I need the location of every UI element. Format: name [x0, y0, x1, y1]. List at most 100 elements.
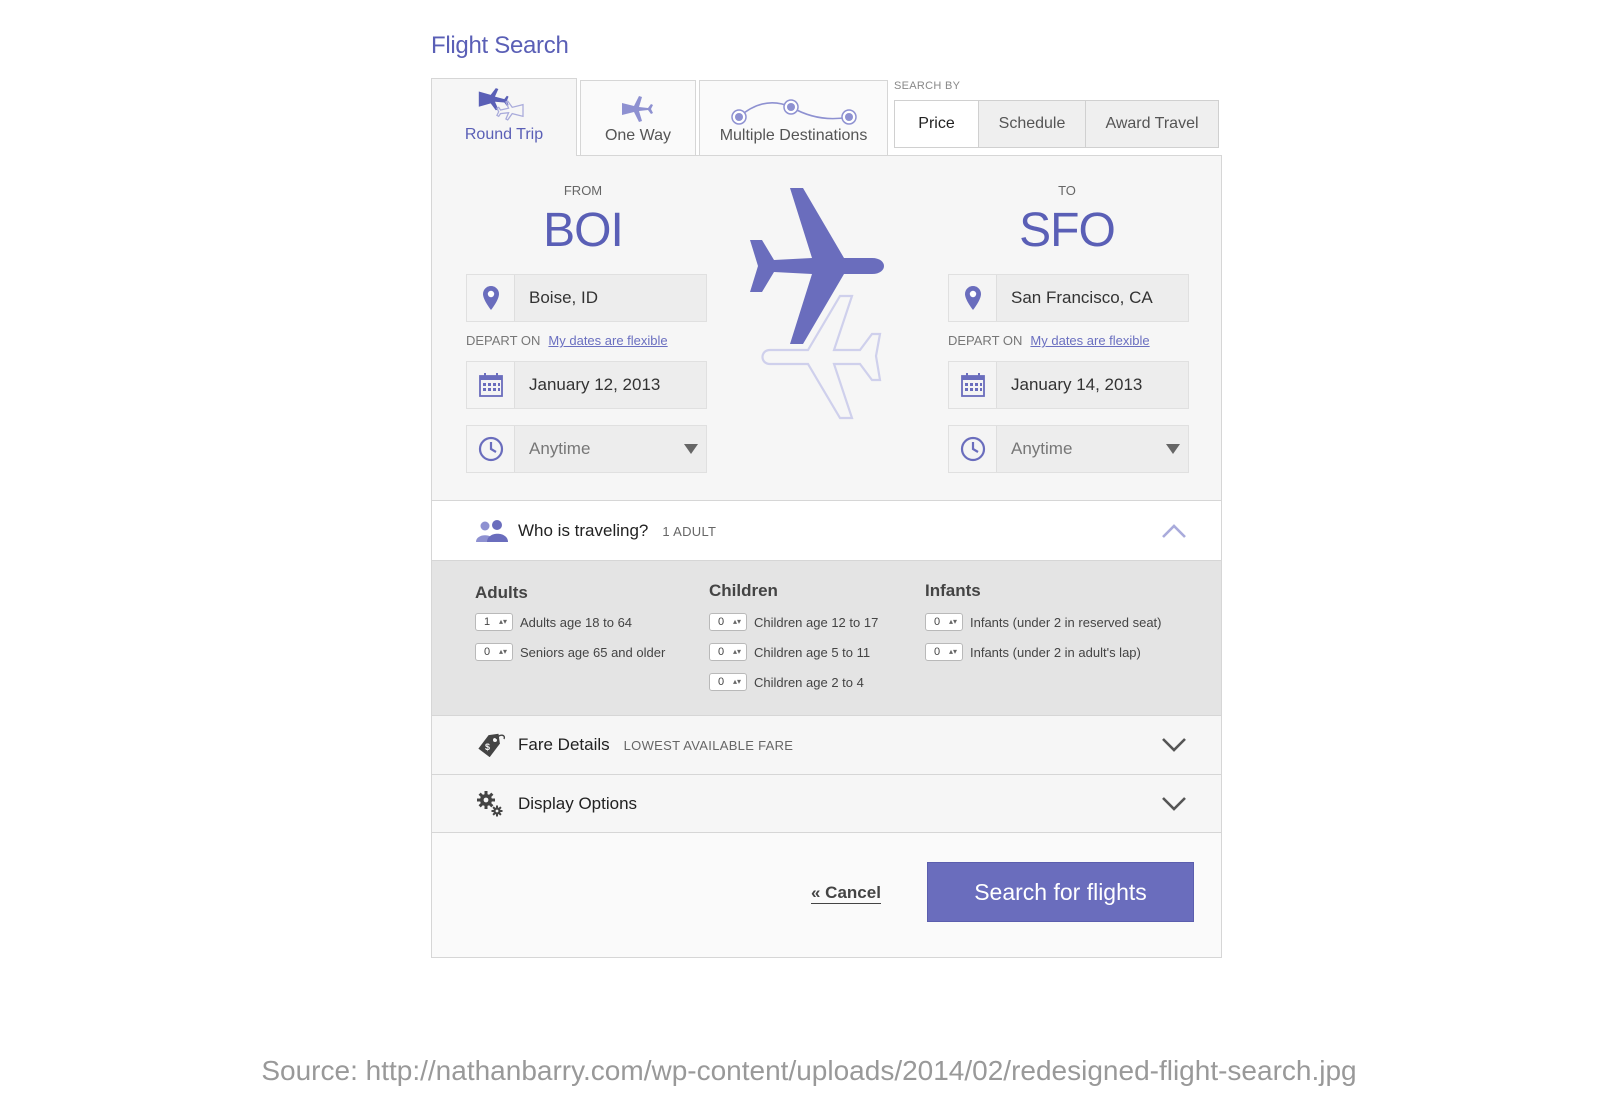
svg-text:$: $ — [485, 742, 490, 752]
adults-heading: Adults — [475, 583, 528, 602]
stepper-arrows-icon: ▴▾ — [498, 647, 507, 656]
depart-on-label: DEPART ON — [466, 333, 541, 348]
from-date-field[interactable]: January 12, 2013 — [466, 361, 707, 409]
depart-on-label: DEPART ON — [948, 333, 1023, 348]
round-trip-icon — [478, 88, 524, 121]
fare-details-section-header[interactable]: $ Fare Details LOWEST AVAILABLE FARE — [432, 715, 1221, 774]
infants-heading: Infants — [925, 581, 981, 600]
to-flexible-dates-link[interactable]: My dates are flexible — [1030, 333, 1149, 348]
travelers-summary: 1 ADULT — [662, 523, 717, 539]
traveler-row: 0 ▴▾ Infants (under 2 in reserved seat) — [925, 613, 1162, 631]
chevron-down-icon[interactable] — [1161, 737, 1187, 753]
traveler-row-label: Children age 2 to 4 — [754, 674, 864, 690]
cancel-link[interactable]: « Cancel — [811, 883, 881, 904]
stepper-arrows-icon: ▴▾ — [732, 677, 741, 686]
search-flights-button[interactable]: Search for flights — [927, 862, 1194, 922]
to-time-select[interactable]: Anytime — [948, 425, 1189, 473]
tab-round-trip[interactable]: Round Trip — [431, 78, 577, 156]
stepper-arrows-icon: ▴▾ — [948, 617, 957, 626]
traveler-row: 0 ▴▾ Children age 5 to 11 — [709, 643, 870, 661]
traveler-row-label: Infants (under 2 in reserved seat) — [970, 614, 1162, 630]
location-pin-icon — [467, 275, 515, 321]
children-5-11-stepper[interactable]: 0 ▴▾ — [709, 643, 747, 661]
location-pin-icon — [949, 275, 997, 321]
dropdown-caret-icon — [676, 426, 706, 472]
traveler-row: 0 ▴▾ Children age 2 to 4 — [709, 673, 864, 691]
stepper-value: 0 — [718, 646, 725, 658]
search-panel: FROM BOI Boise, ID DEPART ON My dates are… — [431, 155, 1222, 958]
from-city-value: Boise, ID — [529, 288, 598, 307]
stepper-arrows-icon: ▴▾ — [732, 617, 741, 626]
display-options-title: Display Options — [518, 793, 638, 813]
fare-details-title-wrap: Fare Details LOWEST AVAILABLE FARE — [518, 735, 793, 755]
tab-label: Round Trip — [464, 126, 544, 143]
travelers-title-wrap: Who is traveling? 1 ADULT — [518, 521, 716, 541]
stepper-value: 0 — [484, 646, 491, 658]
traveler-row-label: Infants (under 2 in adult's lap) — [970, 644, 1141, 660]
infants-lap-stepper[interactable]: 0 ▴▾ — [925, 643, 963, 661]
search-by-label: SEARCH BY — [894, 80, 961, 92]
to-airport-code: SFO — [1019, 204, 1116, 257]
from-date-value: January 12, 2013 — [529, 375, 661, 394]
to-time-value: Anytime — [1011, 439, 1073, 458]
tab-multiple-destinations[interactable]: Multiple Destinations — [699, 80, 888, 155]
travelers-detail-panel: Adults 1 ▴▾ Adults age 18 to 64 0 ▴▾ Senio… — [432, 560, 1221, 715]
stepper-value: 0 — [718, 676, 725, 688]
search-by-schedule[interactable]: Schedule — [978, 100, 1086, 148]
from-label: FROM — [563, 183, 603, 198]
to-city-value: San Francisco, CA — [1011, 288, 1153, 307]
traveler-row: 0 ▴▾ Seniors age 65 and older — [475, 643, 665, 661]
tab-label: Multiple Destinations — [719, 127, 868, 144]
to-date-field[interactable]: January 14, 2013 — [948, 361, 1189, 409]
children-2-4-stepper[interactable]: 0 ▴▾ — [709, 673, 747, 691]
children-heading: Children — [709, 581, 778, 600]
stepper-arrows-icon: ▴▾ — [498, 617, 507, 626]
to-date-value: January 14, 2013 — [1011, 375, 1143, 394]
form-footer: « Cancel Search for flights — [432, 832, 1221, 957]
clock-icon — [467, 426, 515, 472]
traveler-row-label: Children age 5 to 11 — [754, 644, 871, 660]
stepper-value: 0 — [934, 616, 941, 628]
tab-label: One Way — [604, 127, 672, 144]
traveler-row-label: Adults age 18 to 64 — [520, 614, 633, 630]
stepper-value: 0 — [934, 646, 941, 658]
airplane-illustration — [750, 188, 884, 420]
fare-details-summary: LOWEST AVAILABLE FARE — [623, 738, 794, 753]
children-12-17-stepper[interactable]: 0 ▴▾ — [709, 613, 747, 631]
travelers-section-header[interactable]: Who is traveling? 1 ADULT — [432, 500, 1221, 560]
source-caption: Source: http://nathanbarry.com/wp-conten… — [261, 1055, 1357, 1086]
traveler-row: 0 ▴▾ Infants (under 2 in adult's lap) — [925, 643, 1141, 661]
infants-seat-stepper[interactable]: 0 ▴▾ — [925, 613, 963, 631]
display-options-section-header[interactable]: Display Options — [432, 774, 1221, 832]
stepper-value: 0 — [718, 616, 725, 628]
chevron-up-icon[interactable] — [1161, 523, 1187, 539]
from-city-field[interactable]: Boise, ID — [466, 274, 707, 322]
to-city-field[interactable]: San Francisco, CA — [948, 274, 1189, 322]
fare-details-title: Fare Details — [518, 735, 610, 754]
chevron-down-icon[interactable] — [1161, 796, 1187, 812]
search-by-price[interactable]: Price — [894, 100, 979, 148]
adults-stepper[interactable]: 1 ▴▾ — [475, 613, 513, 631]
gears-icon — [477, 790, 503, 816]
to-label: TO — [1058, 183, 1076, 198]
from-airport-code: BOI — [543, 204, 624, 257]
from-flexible-dates-link[interactable]: My dates are flexible — [548, 333, 667, 348]
dropdown-caret-icon — [1158, 426, 1188, 472]
calendar-icon — [467, 362, 515, 408]
from-time-select[interactable]: Anytime — [466, 425, 707, 473]
traveler-row: 1 ▴▾ Adults age 18 to 64 — [475, 613, 632, 631]
traveler-row: 0 ▴▾ Children age 12 to 17 — [709, 613, 878, 631]
traveler-row-label: Seniors age 65 and older — [520, 644, 666, 660]
price-tag-icon: $ — [478, 733, 506, 757]
search-by-award-travel[interactable]: Award Travel — [1085, 100, 1219, 148]
one-way-icon — [622, 96, 653, 122]
stepper-value: 1 — [484, 616, 491, 628]
clock-icon — [949, 426, 997, 472]
from-depart-label: DEPART ON My dates are flexible — [466, 333, 668, 348]
travelers-title: Who is traveling? — [518, 520, 649, 540]
stepper-arrows-icon: ▴▾ — [732, 647, 741, 656]
page-title: Flight Search — [431, 32, 569, 59]
tab-one-way[interactable]: One Way — [580, 80, 696, 155]
travelers-icon — [476, 519, 508, 542]
seniors-stepper[interactable]: 0 ▴▾ — [475, 643, 513, 661]
